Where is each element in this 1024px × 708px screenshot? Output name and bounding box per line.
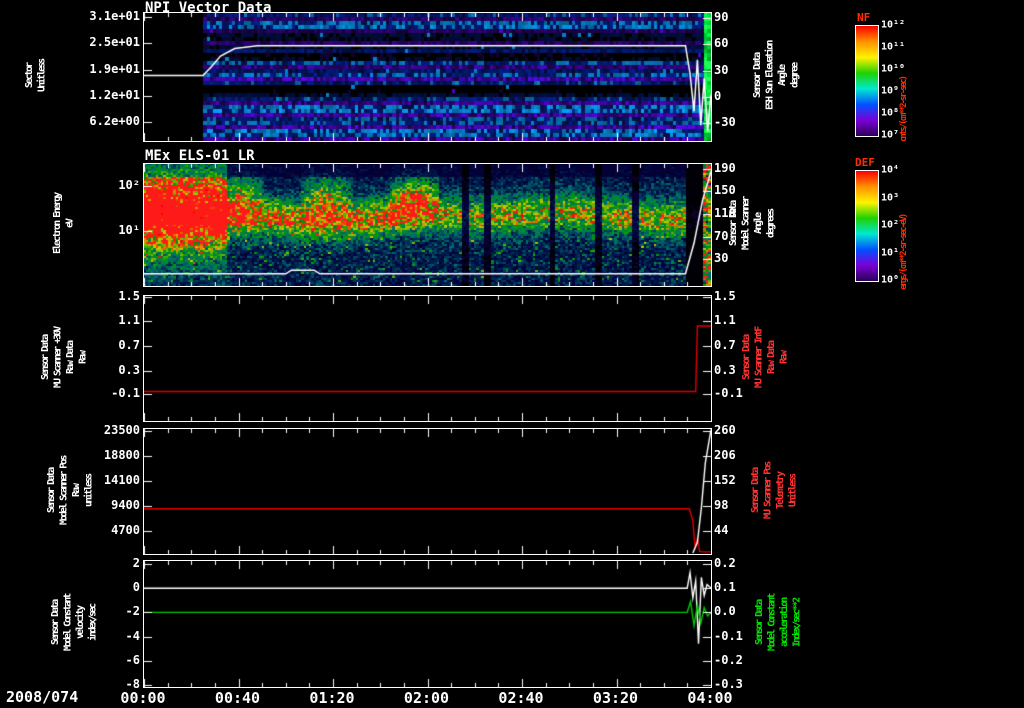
axis-label-line: Angle xyxy=(777,65,788,87)
nf-colorbar xyxy=(855,25,879,137)
y-tick-label: 3.1e+01 xyxy=(89,8,140,23)
colorbar-tick-label: 10⁴ xyxy=(881,164,900,176)
npi-spectrogram-panel xyxy=(143,12,712,142)
panel2-right-axis-label: Sensor Data Model Scanner Angle degrees xyxy=(728,163,778,285)
panel2-title: MEx ELS-01 LR xyxy=(145,148,255,164)
colorbar-tick-label: 10⁸ xyxy=(881,107,900,119)
axis-label-line: Telemetry xyxy=(775,472,786,509)
scanner-pos-line-panel xyxy=(143,428,712,555)
panel1-right-axis-label: Sensor Data ESH Sun Elevation Angle degree xyxy=(752,12,802,140)
axis-label-line: MU Scanner +30V xyxy=(52,327,64,388)
axis-label-line: Unitless xyxy=(787,474,799,507)
axis-label-line: Raw xyxy=(77,351,89,364)
colorbar-tick-label: 10⁹ xyxy=(881,85,900,97)
axis-label-line: Electron Energy xyxy=(52,193,63,255)
colorbar-tick-label: 10⁰ xyxy=(881,274,900,286)
plot-screen: NPI Vector Data MEx ELS-01 LR 3.1e+01 2.5… xyxy=(0,0,1024,708)
colorbar-tick-label: 10⁷ xyxy=(881,129,900,141)
npi-spectrogram-canvas xyxy=(144,13,711,141)
axis-label-line: Unitless xyxy=(36,59,48,93)
panel3-right-axis-label: Sensor Data MU Scanner IntF Raw Data Raw xyxy=(741,295,791,420)
axis-label-line: degree xyxy=(789,63,801,89)
y-tick-label: 1.2e+01 xyxy=(89,87,140,102)
y-tick-label: 6.2e+00 xyxy=(89,114,140,129)
axis-label-line: Sector xyxy=(24,63,35,89)
x-tick-label: 04:00 xyxy=(687,689,733,707)
panel5-left-axis-label: Sensor Data Model Constant velocity index/s… xyxy=(50,560,100,686)
def-colorbar-title: DEF xyxy=(855,156,875,169)
model-constant-line-panel xyxy=(143,560,712,688)
x-tick-label: 01:20 xyxy=(309,689,355,707)
axis-label-line: eV xyxy=(64,219,76,229)
axis-label-line: unitless xyxy=(83,474,95,507)
y-tick-label: 10¹ xyxy=(118,223,140,238)
axis-label-line: Sensor Data xyxy=(50,600,61,646)
axis-label-line: Raw xyxy=(778,351,790,364)
panel4-right-axis-label: Sensor Data MU Scanner Pos Telemetry Unitle… xyxy=(750,428,800,553)
y-tick-label: 10² xyxy=(118,177,140,192)
date-label: 2008/074 xyxy=(6,688,79,706)
els-spectrogram-canvas xyxy=(144,164,711,286)
x-tick-label: 00:40 xyxy=(214,689,261,707)
axis-label-line: acceleration xyxy=(779,598,790,648)
x-tick-label: 00:00 xyxy=(120,689,166,707)
axis-label-line: Raw xyxy=(71,484,82,497)
def-colorbar xyxy=(855,170,879,282)
els-spectrogram-panel xyxy=(143,163,712,287)
axis-label-line: Sensor Data xyxy=(728,201,739,247)
panel3-left-axis-label: Sensor Data MU Scanner +30V Raw Data Raw xyxy=(40,295,90,420)
colorbar-tick-label: 10¹ xyxy=(881,247,900,258)
axis-label-line: Raw Data xyxy=(766,341,777,374)
time-axis-tick-labels: 00:00 00:40 01:20 02:00 02:40 03:20 04:00 xyxy=(120,689,732,707)
axis-label-line: degrees xyxy=(765,209,777,239)
axis-label-line: Sensor Data xyxy=(754,600,765,646)
panel2-left-axis-label: Electron Energy eV xyxy=(52,163,77,285)
y-tick-label: 1.9e+01 xyxy=(89,61,140,76)
mu-scanner-line-canvas xyxy=(144,296,711,421)
x-tick-label: 02:40 xyxy=(498,689,544,707)
nf-colorbar-title: NF xyxy=(857,11,871,24)
axis-label-line: Index/sec**2 xyxy=(791,598,803,648)
axis-label-line: index/sec xyxy=(87,604,99,642)
axis-label-line: Angle xyxy=(753,213,764,235)
axis-label-line: MU Scanner Pos xyxy=(762,462,774,519)
axis-label-line: Model Constant xyxy=(766,594,778,652)
axis-label-line: velocity xyxy=(75,606,86,640)
model-constant-line-canvas xyxy=(144,561,711,687)
x-tick-label: 02:00 xyxy=(403,689,450,707)
mu-scanner-line-panel xyxy=(143,295,712,422)
axis-label-line: Model Scanner xyxy=(740,197,752,251)
axis-label-line: Sensor Data xyxy=(40,335,51,380)
scanner-pos-line-canvas xyxy=(144,429,711,554)
panel1-left-axis-label: Sector Unitless xyxy=(24,12,49,140)
colorbar-tick-label: 10² xyxy=(881,219,900,231)
x-tick-label: 03:20 xyxy=(592,689,639,707)
axis-label-line: ESH Sun Elevation xyxy=(764,41,776,111)
axis-label-line: Raw Data xyxy=(65,341,76,374)
panel2-left-tick-labels: 10² 10¹ xyxy=(78,163,140,285)
panel5-right-axis-label: Sensor Data Model Constant acceleration Ind… xyxy=(754,560,804,686)
def-colorbar-unit-label: ergs/(cm**2-sr-sec-eV) xyxy=(899,214,909,290)
axis-label-line: Model Constant xyxy=(62,594,74,652)
panel4-left-axis-label: Sensor Data Model Scanner Pos Raw unitless xyxy=(46,428,96,553)
axis-label-line: Sensor Data xyxy=(750,468,761,513)
axis-label-line: Sensor Data xyxy=(752,53,763,99)
panel1-left-tick-labels: 3.1e+01 2.5e+01 1.9e+01 1.2e+01 6.2e+00 xyxy=(78,8,140,140)
axis-label-line: Sensor Data xyxy=(46,468,57,513)
axis-label-line: MU Scanner IntF xyxy=(753,327,765,388)
y-tick-label: 2.5e+01 xyxy=(89,35,140,50)
nf-colorbar-unit-label: cnts/(cm**2-sr-sec) xyxy=(899,77,909,142)
axis-label-line: Sensor Data xyxy=(741,335,752,380)
axis-label-line: Model Scanner Pos xyxy=(58,456,70,525)
colorbar-tick-label: 10³ xyxy=(881,192,900,203)
